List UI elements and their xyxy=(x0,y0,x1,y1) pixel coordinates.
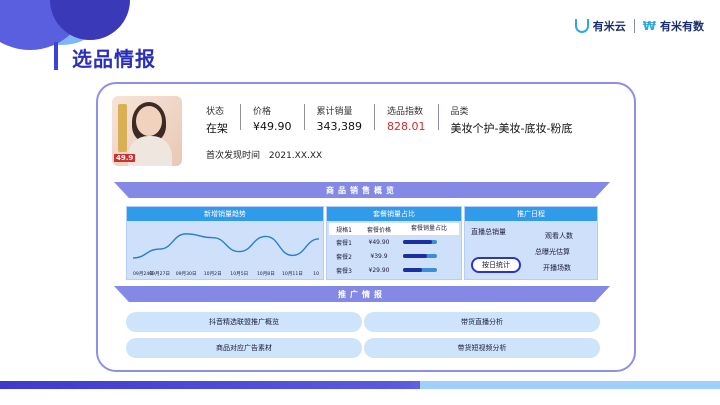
product-image[interactable]: 49.9 xyxy=(112,96,182,166)
x-tick-label: 09月27日 xyxy=(149,271,170,277)
x-tick-label: 10月5日 xyxy=(230,271,248,277)
share-bar xyxy=(403,268,437,272)
metric-viewers: 观看人数 xyxy=(545,232,573,240)
promo-schedule-panel: 推广日程 直播总销量 观看人数 总曝光估算 按日统计 开播场数 xyxy=(464,206,598,280)
metric-live-sales: 直播总销量 xyxy=(471,228,506,236)
x-tick-label: 10 xyxy=(313,271,319,277)
first-seen-value: 2021.XX.XX xyxy=(268,151,323,161)
info-selection-index: 选品指数 828.01 xyxy=(374,104,438,133)
douyin-alliance-overview-button[interactable]: 抖音精选联盟推广概览 xyxy=(126,312,362,332)
table-row[interactable]: 套餐1 ¥49.90 xyxy=(329,235,459,249)
sales-trend-line xyxy=(132,233,320,259)
youmi-cloud-icon xyxy=(574,19,589,33)
product-card: 49.9 状态 在架 价格 ¥49.90 累计销量 343,389 选品指数 8… xyxy=(96,82,636,372)
first-seen-label: 首次发现时间 xyxy=(206,151,261,161)
info-price: 价格 ¥49.90 xyxy=(240,104,304,133)
title-accent-bar xyxy=(54,42,58,70)
x-tick-label: 09月30日 xyxy=(176,271,197,277)
sales-trend-chart: 09月24日09月27日 09月30日 10月2日 10月5日 10月8日 10月11日 1… xyxy=(132,233,320,277)
info-total-sales: 累计销量 343,389 xyxy=(303,104,375,133)
product-tube-icon xyxy=(118,104,127,152)
youmi-data-icon: ₩ xyxy=(642,19,656,33)
price-tag: 49.9 xyxy=(114,154,136,162)
promo-schedule-title: 推广日程 xyxy=(465,207,597,221)
x-tick-label: 10月11日 xyxy=(282,271,303,277)
live-commerce-analysis-button[interactable]: 带货直播分析 xyxy=(364,312,600,332)
package-table-header: 规格1 套餐价格 套餐销量占比 xyxy=(329,223,459,235)
package-share-title: 套餐销量占比 xyxy=(327,207,461,221)
package-share-panel: 套餐销量占比 规格1 套餐价格 套餐销量占比 套餐1 ¥49.90 套餐2 ¥3… xyxy=(326,206,462,280)
sales-trend-title: 新增销量趋势 xyxy=(127,207,323,221)
share-bar xyxy=(403,240,437,244)
logo-divider xyxy=(633,19,635,33)
metric-live-sessions: 开播场数 xyxy=(543,264,571,272)
package-table: 规格1 套餐价格 套餐销量占比 套餐1 ¥49.90 套餐2 ¥39.9 套餐3… xyxy=(329,223,459,277)
metric-exposure: 总曝光估算 xyxy=(535,248,570,256)
short-video-analysis-button[interactable]: 带货短视频分析 xyxy=(364,338,600,358)
info-category: 品类 美妆个护-美妆-底妆-粉底 xyxy=(437,104,585,135)
table-row[interactable]: 套餐3 ¥29.90 xyxy=(329,263,459,277)
footer-stripe-light xyxy=(420,381,720,389)
first-seen: 首次发现时间 2021.XX.XX xyxy=(206,148,322,161)
daily-stats-button[interactable]: 按日统计 xyxy=(471,257,521,273)
promotion-ribbon: 推广情报 xyxy=(114,286,610,302)
share-bar xyxy=(403,254,437,258)
logo-right-text: 有米有数 xyxy=(660,20,704,33)
ad-materials-button[interactable]: 商品对应广告素材 xyxy=(126,338,362,358)
sales-overview-ribbon: 商品销售概览 xyxy=(114,182,610,198)
product-info: 状态 在架 价格 ¥49.90 累计销量 343,389 选品指数 828.01… xyxy=(206,104,585,135)
x-tick-label: 10月2日 xyxy=(204,271,222,277)
sales-trend-panel: 新增销量趋势 09月24日 09月27日 09月30日 10月2日 10月5日 10月8日… xyxy=(126,206,324,280)
x-tick-label: 10月8日 xyxy=(257,271,275,277)
logo-left-text: 有米云 xyxy=(592,20,626,33)
page-title: 选品情报 xyxy=(72,47,156,71)
table-row[interactable]: 套餐2 ¥39.9 xyxy=(329,249,459,263)
info-status: 状态 在架 xyxy=(206,107,228,135)
brand-logo: 有米云 ₩ 有米有数 xyxy=(574,18,704,34)
